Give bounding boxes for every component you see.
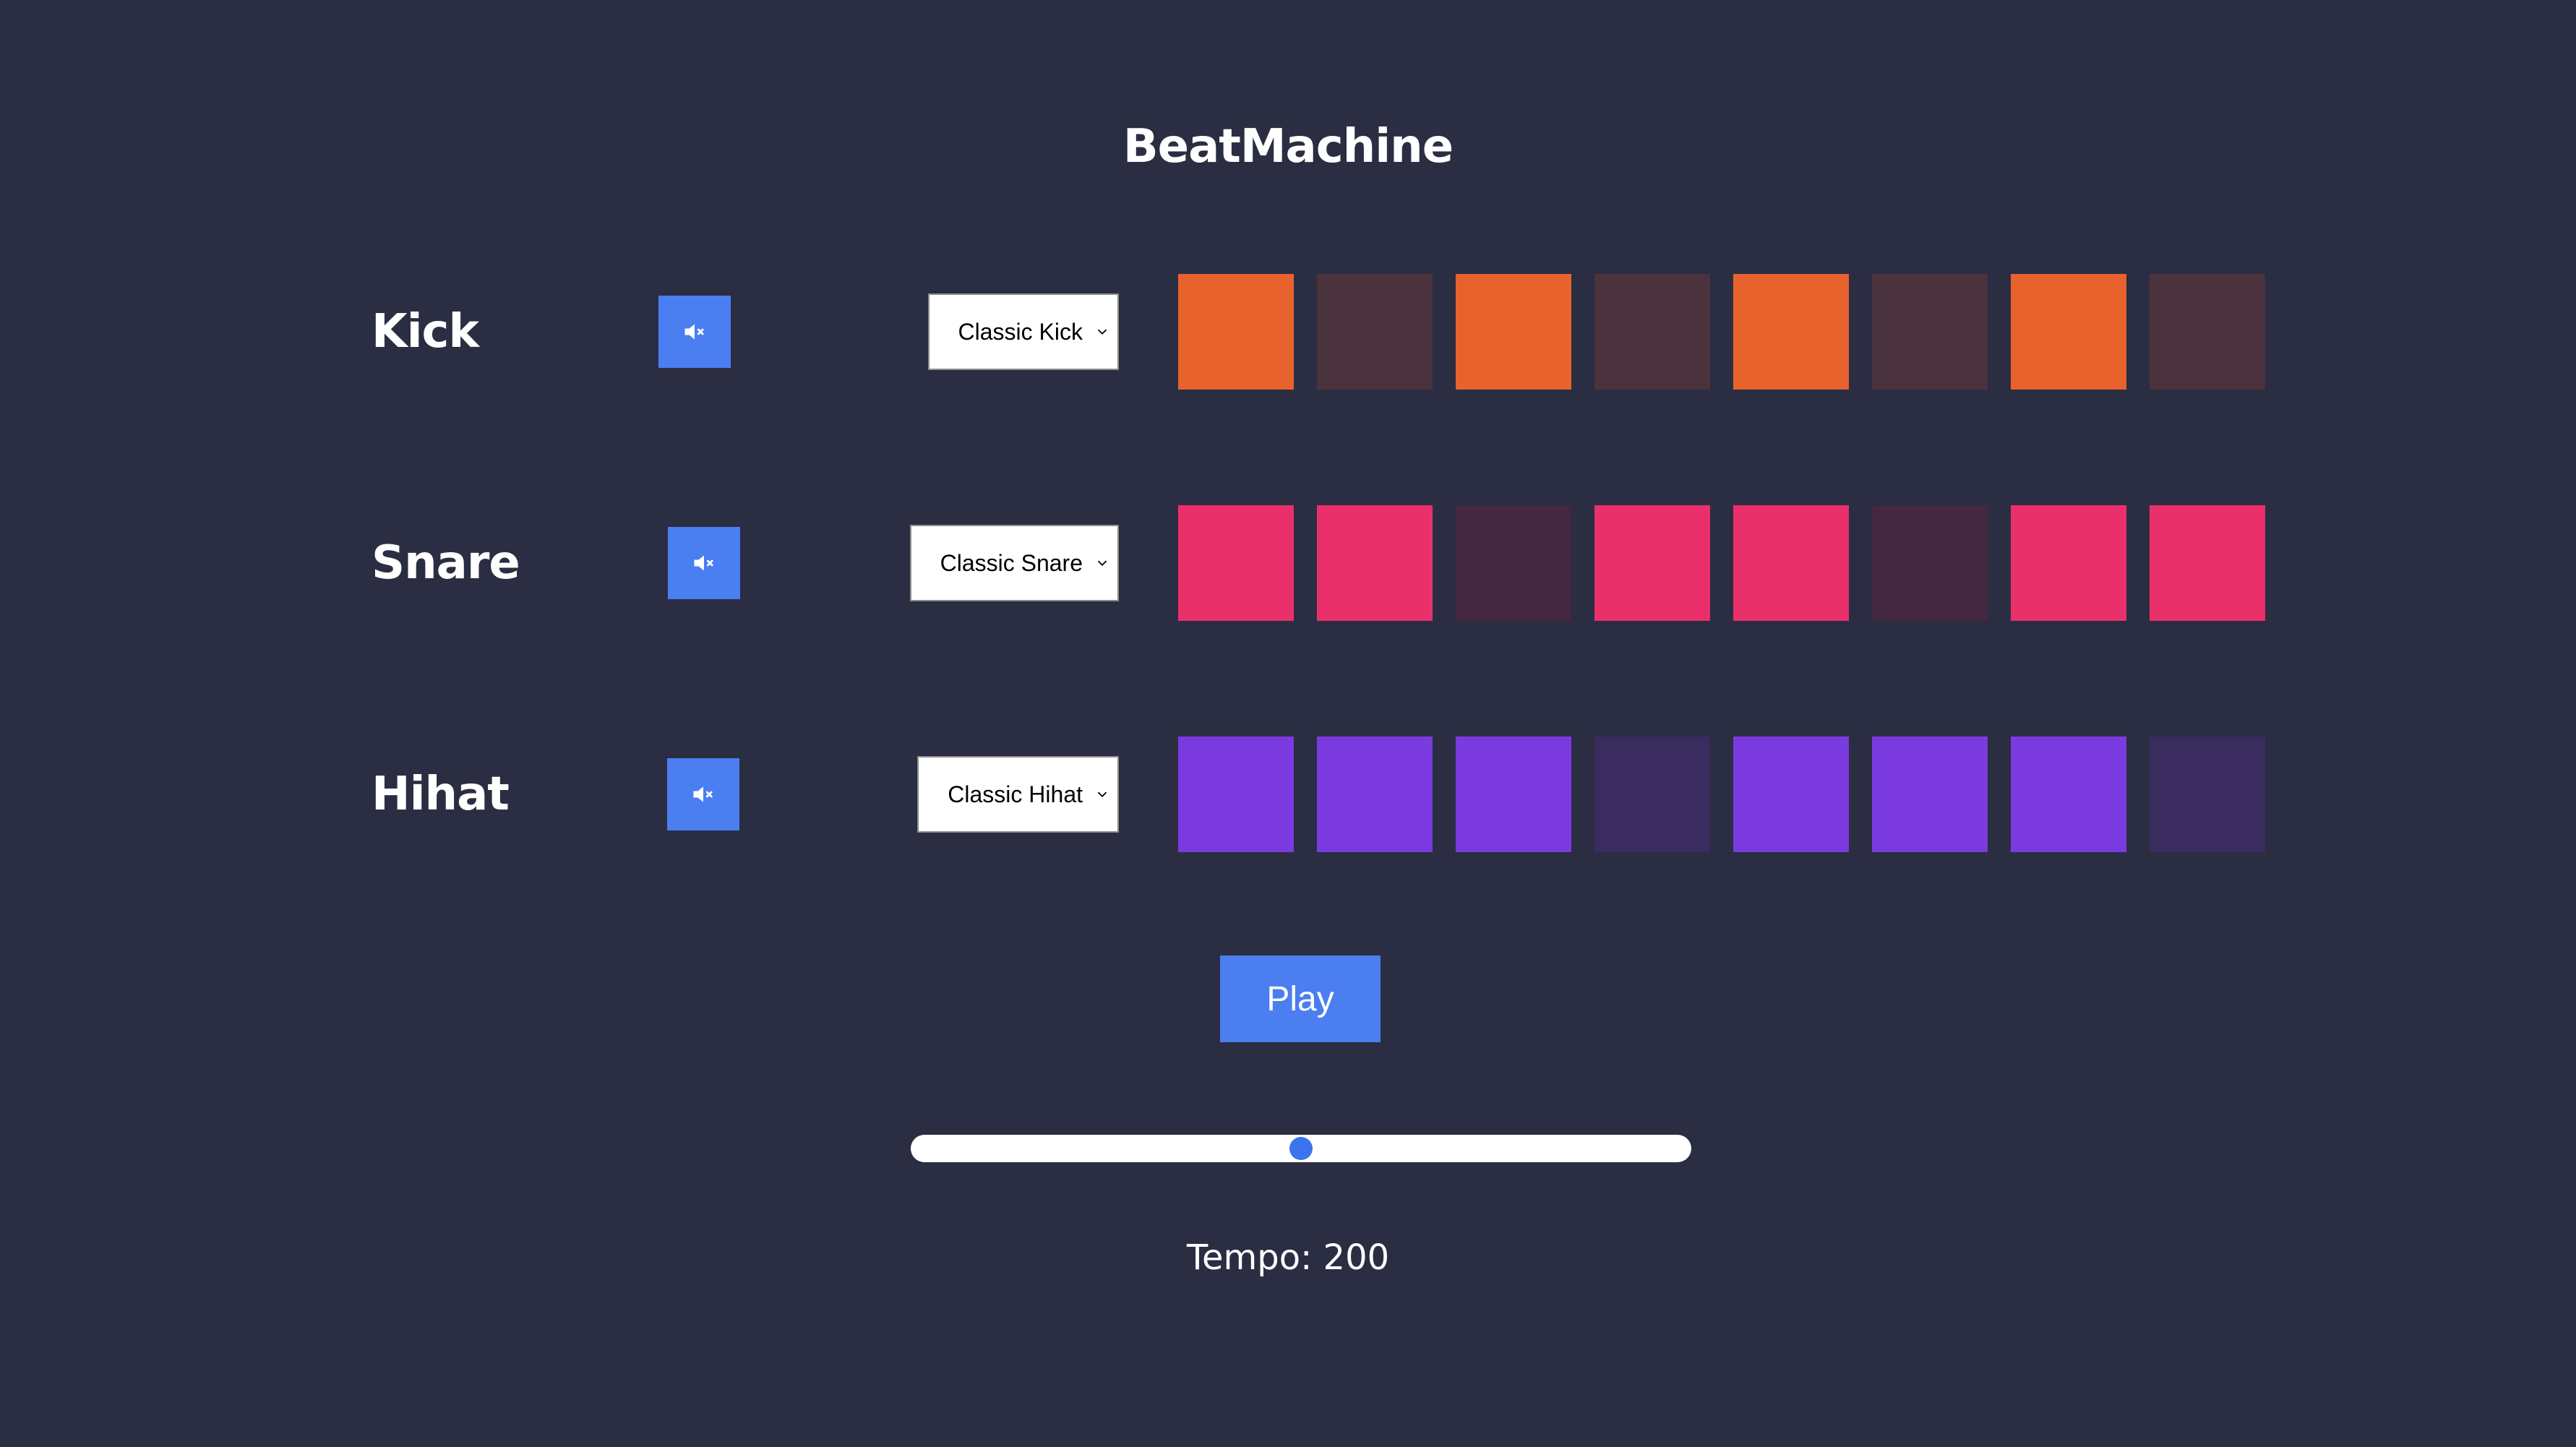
pad-inactive[interactable] bbox=[1872, 274, 1988, 390]
pad-active[interactable] bbox=[1317, 737, 1433, 852]
pad-active[interactable] bbox=[1594, 505, 1710, 621]
pad-active[interactable] bbox=[1733, 274, 1849, 390]
track-label: Snare bbox=[372, 536, 520, 590]
speaker-muted-icon bbox=[693, 786, 713, 802]
sound-select[interactable]: Classic Hihat bbox=[917, 756, 1119, 833]
track-label: Hihat bbox=[372, 768, 510, 821]
pad-inactive[interactable] bbox=[2150, 274, 2265, 390]
sound-select-value: Classic Kick bbox=[958, 318, 1083, 345]
pad-active[interactable] bbox=[2011, 274, 2126, 390]
tempo-label: Tempo: 200 bbox=[1186, 1237, 1390, 1278]
app-title: BeatMachine bbox=[1122, 120, 1454, 173]
tempo-slider[interactable] bbox=[911, 1135, 1691, 1162]
track-label: Kick bbox=[372, 305, 479, 358]
play-button[interactable]: Play bbox=[1220, 956, 1381, 1042]
pad-active[interactable] bbox=[1178, 505, 1294, 621]
sound-select-value: Classic Hihat bbox=[948, 781, 1083, 807]
pad-active[interactable] bbox=[1733, 737, 1849, 852]
track-hihat: Hihat Classic Hihat bbox=[0, 737, 2576, 852]
pad-inactive[interactable] bbox=[1594, 737, 1710, 852]
pad-active[interactable] bbox=[2011, 737, 2126, 852]
pad-active[interactable] bbox=[1456, 274, 1571, 390]
tempo-slider-thumb[interactable] bbox=[1289, 1137, 1313, 1160]
track-kick: Kick Classic Kick bbox=[0, 274, 2576, 390]
pad-inactive[interactable] bbox=[2150, 737, 2265, 852]
mute-button[interactable] bbox=[667, 758, 739, 830]
pad-active[interactable] bbox=[2150, 505, 2265, 621]
pad-active[interactable] bbox=[1456, 737, 1571, 852]
pad-active[interactable] bbox=[1178, 737, 1294, 852]
sound-select[interactable]: Classic Kick bbox=[927, 293, 1119, 370]
pad-active[interactable] bbox=[1317, 505, 1433, 621]
chevron-down-icon bbox=[1097, 329, 1107, 335]
pad-active[interactable] bbox=[2011, 505, 2126, 621]
pad-inactive[interactable] bbox=[1594, 274, 1710, 390]
pad-inactive[interactable] bbox=[1872, 505, 1988, 621]
track-snare: Snare Classic Snare bbox=[0, 505, 2576, 621]
mute-button[interactable] bbox=[658, 296, 731, 368]
pad-active[interactable] bbox=[1178, 274, 1294, 390]
sound-select-value: Classic Snare bbox=[940, 549, 1083, 576]
pad-active[interactable] bbox=[1872, 737, 1988, 852]
pad-active[interactable] bbox=[1733, 505, 1849, 621]
pad-inactive[interactable] bbox=[1456, 505, 1571, 621]
chevron-down-icon bbox=[1097, 560, 1107, 567]
speaker-muted-icon bbox=[694, 555, 713, 571]
sound-select[interactable]: Classic Snare bbox=[909, 525, 1119, 601]
speaker-muted-icon bbox=[684, 324, 704, 340]
mute-button[interactable] bbox=[668, 527, 740, 599]
pad-inactive[interactable] bbox=[1317, 274, 1433, 390]
chevron-down-icon bbox=[1097, 791, 1107, 798]
